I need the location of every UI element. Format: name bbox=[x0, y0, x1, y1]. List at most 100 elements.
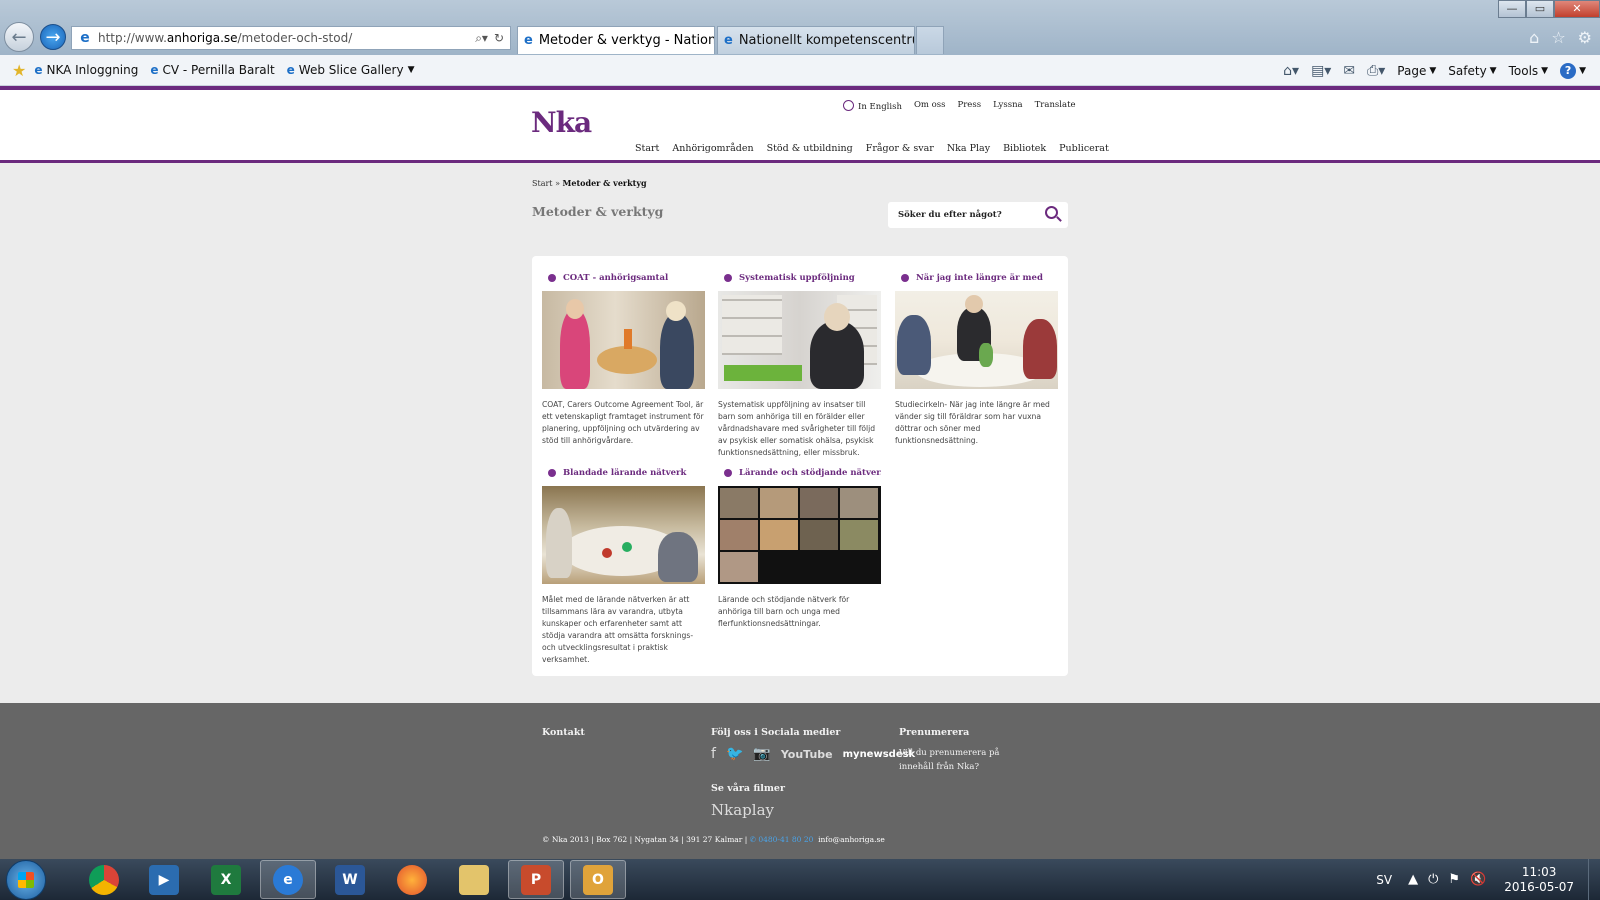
social-links: f 🐦 📷 YouTube mynewsdesk bbox=[711, 746, 915, 762]
windows-taskbar: ▶ X e W P O SV ▲ ⏻ ⚑ 🔇 11:03 2016-05-07 bbox=[0, 859, 1600, 900]
card-title[interactable]: Systematisk uppföljning bbox=[718, 271, 881, 284]
card-image[interactable] bbox=[718, 486, 881, 584]
youtube-icon[interactable]: YouTube bbox=[781, 748, 833, 761]
tab-label: Nationellt kompetenscentrum ... bbox=[738, 33, 914, 48]
clock-time: 11:03 bbox=[1521, 864, 1557, 879]
powerpoint-icon: P bbox=[521, 864, 551, 895]
footer-contact-heading[interactable]: Kontakt bbox=[542, 727, 585, 738]
new-tab-button[interactable] bbox=[916, 26, 944, 54]
print-icon[interactable]: ⎙▾ bbox=[1367, 63, 1385, 79]
util-om-oss[interactable]: Om oss bbox=[914, 100, 946, 112]
start-button[interactable] bbox=[6, 860, 46, 900]
taskbar-word[interactable]: W bbox=[322, 860, 378, 899]
util-translate[interactable]: Translate bbox=[1035, 100, 1076, 112]
minimize-button[interactable]: — bbox=[1498, 0, 1526, 18]
facebook-icon[interactable]: f bbox=[711, 746, 716, 762]
favorite-nka-inloggning[interactable]: e NKA Inloggning bbox=[34, 63, 138, 77]
card-blandade-larande-natverk[interactable]: Blandade lärande nätverk Målet med de lä… bbox=[542, 466, 705, 666]
card-title[interactable]: När jag inte längre är med bbox=[895, 271, 1058, 284]
search-dropdown-icon[interactable]: ⌕▾ bbox=[475, 31, 488, 46]
nav-start[interactable]: Start bbox=[635, 143, 659, 154]
email-link[interactable]: info@anhoriga.se bbox=[818, 835, 885, 844]
card-coat[interactable]: COAT - anhörigsamtal COAT, Carers Outcom… bbox=[542, 271, 705, 447]
refresh-icon[interactable]: ↻ bbox=[494, 31, 504, 46]
util-in-english[interactable]: In English bbox=[843, 100, 902, 112]
mail-icon[interactable]: ✉ bbox=[1343, 63, 1355, 79]
tools-menu[interactable]: Tools ▼ bbox=[1509, 64, 1548, 78]
card-title[interactable]: Blandade lärande nätverk bbox=[542, 466, 705, 479]
taskbar-internet-explorer[interactable]: e bbox=[260, 860, 316, 899]
favorites-star-icon[interactable]: ☆ bbox=[1551, 28, 1565, 47]
card-image[interactable] bbox=[895, 291, 1058, 389]
favorite-web-slice-gallery[interactable]: e Web Slice Gallery ▼ bbox=[287, 63, 415, 77]
nav-nka-play[interactable]: Nka Play bbox=[947, 143, 990, 154]
action-center-flag-icon[interactable]: ⚑ bbox=[1448, 872, 1460, 887]
tab-nationellt-kompetenscentrum[interactable]: e Nationellt kompetenscentrum ... bbox=[717, 26, 915, 54]
nav-anhorigomraden[interactable]: Anhörigområden bbox=[672, 143, 753, 154]
close-window-button[interactable]: ✕ bbox=[1554, 0, 1600, 18]
browser-right-icons: ⌂ ☆ ⚙ bbox=[1529, 28, 1592, 47]
help-menu[interactable]: ? ▼ bbox=[1560, 62, 1586, 79]
taskbar-outlook[interactable]: O bbox=[570, 860, 626, 899]
method-cards-panel: COAT - anhörigsamtal COAT, Carers Outcom… bbox=[532, 256, 1068, 676]
util-press[interactable]: Press bbox=[958, 100, 982, 112]
nka-play-logo[interactable]: Nkaplay bbox=[711, 801, 774, 819]
card-systematisk-uppfoljning[interactable]: Systematisk uppföljning Systematisk uppf… bbox=[718, 271, 881, 459]
firefox-icon bbox=[397, 864, 427, 895]
clock[interactable]: 11:03 2016-05-07 bbox=[1504, 865, 1574, 895]
card-description: COAT, Carers Outcome Agreement Tool, är … bbox=[542, 400, 704, 445]
phone-link[interactable]: ✆ 0480-41 80 20 bbox=[750, 835, 814, 844]
nav-stod-utbildning[interactable]: Stöd & utbildning bbox=[767, 143, 853, 154]
taskbar-firefox[interactable] bbox=[384, 860, 440, 899]
page-menu[interactable]: Page ▼ bbox=[1397, 64, 1436, 78]
favorites-star-icon[interactable]: ★ bbox=[12, 61, 26, 80]
card-larande-stodjande-natverk[interactable]: Lärande och stödjande nätver... Lärande … bbox=[718, 466, 881, 630]
taskbar-excel[interactable]: X bbox=[198, 860, 254, 899]
twitter-icon[interactable]: 🐦 bbox=[726, 746, 743, 762]
address-url[interactable]: http://www.anhoriga.se/metoder-och-stod/ bbox=[98, 31, 475, 45]
footer-contact-line: © Nka 2013 | Box 762 | Nygatan 34 | 391 … bbox=[542, 835, 885, 844]
forward-button[interactable]: → bbox=[40, 24, 66, 50]
address-bar[interactable]: e http://www.anhoriga.se/metoder-och-sto… bbox=[71, 26, 511, 50]
nav-bibliotek[interactable]: Bibliotek bbox=[1003, 143, 1046, 154]
feeds-icon[interactable]: ▤▾ bbox=[1311, 63, 1331, 79]
nav-fragor-svar[interactable]: Frågor & svar bbox=[866, 143, 934, 154]
favorite-cv-pernilla[interactable]: e CV - Pernilla Baralt bbox=[150, 63, 274, 77]
search-icon[interactable] bbox=[1045, 206, 1058, 219]
footer-subscribe-heading: Prenumerera bbox=[899, 727, 970, 738]
safety-menu[interactable]: Safety ▼ bbox=[1448, 64, 1496, 78]
home-icon[interactable]: ⌂▾ bbox=[1283, 63, 1299, 79]
nka-logo[interactable]: Nka bbox=[531, 106, 592, 139]
back-button[interactable]: ← bbox=[4, 22, 34, 52]
bullet-icon bbox=[548, 273, 556, 282]
breadcrumb-start[interactable]: Start bbox=[532, 179, 553, 188]
footer-subscribe-link[interactable]: Vill du prenumerera på innehåll från Nka… bbox=[899, 746, 1009, 774]
taskbar-explorer[interactable] bbox=[446, 860, 502, 899]
web-page: Nka In English Om oss Press Lyssna Trans… bbox=[0, 86, 1600, 859]
bullet-icon bbox=[724, 468, 732, 477]
card-title[interactable]: Lärande och stödjande nätver... bbox=[718, 466, 881, 479]
card-nar-jag-inte-langre[interactable]: När jag inte längre är med Studiecirkeln… bbox=[895, 271, 1058, 447]
power-icon[interactable]: ⏻ bbox=[1428, 872, 1438, 887]
taskbar-powerpoint[interactable]: P bbox=[508, 860, 564, 899]
gear-icon[interactable]: ⚙ bbox=[1578, 28, 1592, 47]
card-title[interactable]: COAT - anhörigsamtal bbox=[542, 271, 705, 284]
util-lyssna[interactable]: Lyssna bbox=[993, 100, 1023, 112]
taskbar-media-player[interactable]: ▶ bbox=[136, 860, 192, 899]
language-indicator[interactable]: SV bbox=[1376, 873, 1392, 887]
restore-button[interactable]: ▭ bbox=[1526, 0, 1554, 18]
card-image[interactable] bbox=[718, 291, 881, 389]
show-hidden-icons-icon[interactable]: ▲ bbox=[1408, 872, 1418, 887]
taskbar-chrome[interactable] bbox=[76, 860, 132, 899]
nav-publicerat[interactable]: Publicerat bbox=[1059, 143, 1109, 154]
tab-metoder-verktyg[interactable]: e Metoder & verktyg - Nation... × bbox=[517, 26, 715, 54]
volume-muted-icon[interactable]: 🔇 bbox=[1470, 872, 1486, 887]
search-input[interactable]: Söker du efter något? bbox=[888, 202, 1068, 228]
search-placeholder: Söker du efter något? bbox=[898, 210, 1002, 220]
globe-icon bbox=[843, 100, 854, 111]
home-icon[interactable]: ⌂ bbox=[1529, 28, 1539, 47]
show-desktop-button[interactable] bbox=[1588, 859, 1600, 900]
instagram-icon[interactable]: 📷 bbox=[753, 746, 770, 762]
card-image[interactable] bbox=[542, 291, 705, 389]
card-image[interactable] bbox=[542, 486, 705, 584]
